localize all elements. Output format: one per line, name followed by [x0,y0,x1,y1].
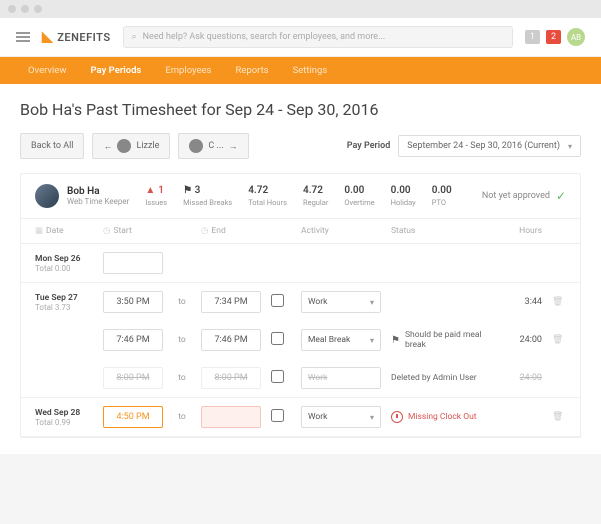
logo[interactable]: ◣ ZENEFITS [42,29,111,45]
end-time-input[interactable] [201,291,261,313]
flag-icon: ⚑ [183,185,194,196]
entry-checkbox[interactable] [271,332,284,345]
timesheet-card: Bob Ha Web Time Keeper ▲1 Issues ⚑ 3 Mis… [20,173,581,438]
time-entry-row: Tue Sep 27 Total 3.73 to Work▾ 3:44 🗑 [21,283,580,321]
stat-holiday: 0.00Holiday [391,185,416,207]
tab-reports[interactable]: Reports [223,57,280,84]
user-avatar[interactable]: AB [567,28,585,46]
search-placeholder: Need help? Ask questions, search for emp… [143,32,386,42]
warning-icon: ▲ [145,185,155,196]
checkmark-icon[interactable]: ✓ [556,189,566,203]
arrow-right-icon: → [229,141,238,152]
tab-employees[interactable]: Employees [153,57,223,84]
stat-issues: ▲1 Issues [145,185,167,207]
start-time-input[interactable] [103,406,163,428]
end-time-input[interactable] [201,406,261,428]
employee-avatar [35,184,59,208]
chrome-maximize[interactable] [34,5,42,13]
status-warning: Missing Clock Out [391,411,482,423]
row-hours: 24:00 [492,373,542,383]
logo-mark-icon: ◣ [42,29,53,45]
notification-badge-red[interactable]: 2 [546,30,561,44]
employee-name: Bob Ha [67,186,129,197]
time-entry-row-deleted: to Work Deleted by Admin User 24:00 [21,359,580,397]
delete-icon[interactable]: 🗑 [552,335,566,345]
stat-pto: 0.00PTO [432,185,452,207]
activity-select[interactable]: Meal Break▾ [301,329,381,351]
status-message: Deleted by Admin User [391,373,482,383]
pay-period-label: Pay Period [347,141,391,151]
activity-select: Work [301,367,381,389]
stat-missed-breaks: ⚑ 3 Missed Breaks [183,185,232,207]
stat-total-hours: 4.72Total Hours [248,185,287,207]
start-time-input[interactable] [103,329,163,351]
hamburger-menu-icon[interactable] [16,32,30,42]
row-hours: 24:00 [492,335,542,345]
chevron-down-icon: ▾ [370,336,374,345]
search-icon: ⌕ [132,32,137,42]
entry-checkbox [271,370,284,383]
clock-warning-icon [391,411,403,423]
approval-status: Not yet approved ✓ [482,189,566,203]
activity-select[interactable]: Work▾ [301,291,381,313]
row-hours: 3:44 [492,297,542,307]
entry-checkbox[interactable] [271,409,284,422]
start-time-input [103,367,163,389]
activity-select[interactable]: Work▾ [301,406,381,428]
browser-chrome [0,0,601,18]
peer-avatar [117,139,131,153]
day-name: Wed Sep 28 [35,408,93,418]
time-entry-row: Wed Sep 28 Total 0.99 to Work▾ Missing C… [21,398,580,436]
page-title: Bob Ha's Past Timesheet for Sep 24 - Sep… [20,100,581,119]
arrow-left-icon: ← [103,141,112,152]
stat-overtime: 0.00Overtime [344,185,374,207]
status-message: ⚑Should be paid meal break [391,330,482,350]
peer-avatar [189,139,203,153]
flag-icon: ⚑ [391,335,400,346]
day-wed: Wed Sep 28 Total 0.99 to Work▾ Missing C… [21,398,580,437]
start-time-input[interactable] [103,252,163,274]
entry-checkbox[interactable] [271,294,284,307]
day-name: Tue Sep 27 [35,293,93,303]
chrome-minimize[interactable] [21,5,29,13]
next-employee-button[interactable]: C ... → [178,133,248,159]
start-time-input[interactable] [103,291,163,313]
search-input[interactable]: ⌕ Need help? Ask questions, search for e… [123,26,513,48]
calendar-icon: ▦ [35,226,43,236]
clock-icon: ◷ [201,226,208,236]
time-entry-row: to Meal Break▾ ⚑Should be paid meal brea… [21,321,580,359]
day-name: Mon Sep 26 [35,254,93,264]
tab-settings[interactable]: Settings [281,57,340,84]
notification-badge-gray[interactable]: 1 [525,30,540,44]
tab-pay-periods[interactable]: Pay Periods [79,57,154,84]
chevron-down-icon: ▾ [370,298,374,307]
delete-icon[interactable]: 🗑 [552,412,566,422]
back-to-all-button[interactable]: Back to All [20,133,84,159]
chevron-down-icon: ▾ [370,413,374,422]
chrome-close[interactable] [8,5,16,13]
table-header: ▦Date ◷Start ◷End Activity Status Hours [21,219,580,244]
day-tue: Tue Sep 27 Total 3.73 to Work▾ 3:44 🗑 to [21,283,580,398]
employee-role: Web Time Keeper [67,197,129,206]
tab-overview[interactable]: Overview [16,57,79,84]
pay-period-select[interactable]: September 24 - Sep 30, 2016 (Current) ▾ [398,135,581,157]
logo-text: ZENEFITS [57,31,110,44]
topbar: ◣ ZENEFITS ⌕ Need help? Ask questions, s… [0,18,601,57]
end-time-input[interactable] [201,329,261,351]
prev-employee-button[interactable]: ← Lizzle [92,133,170,159]
stat-regular: 4.72Regular [303,185,328,207]
nav-tabs: Overview Pay Periods Employees Reports S… [0,57,601,84]
clock-icon: ◷ [103,226,110,236]
chevron-down-icon: ▾ [568,142,572,151]
day-mon: Mon Sep 26 Total 0.00 [21,244,580,283]
end-time-input [201,367,261,389]
delete-icon[interactable]: 🗑 [552,297,566,307]
